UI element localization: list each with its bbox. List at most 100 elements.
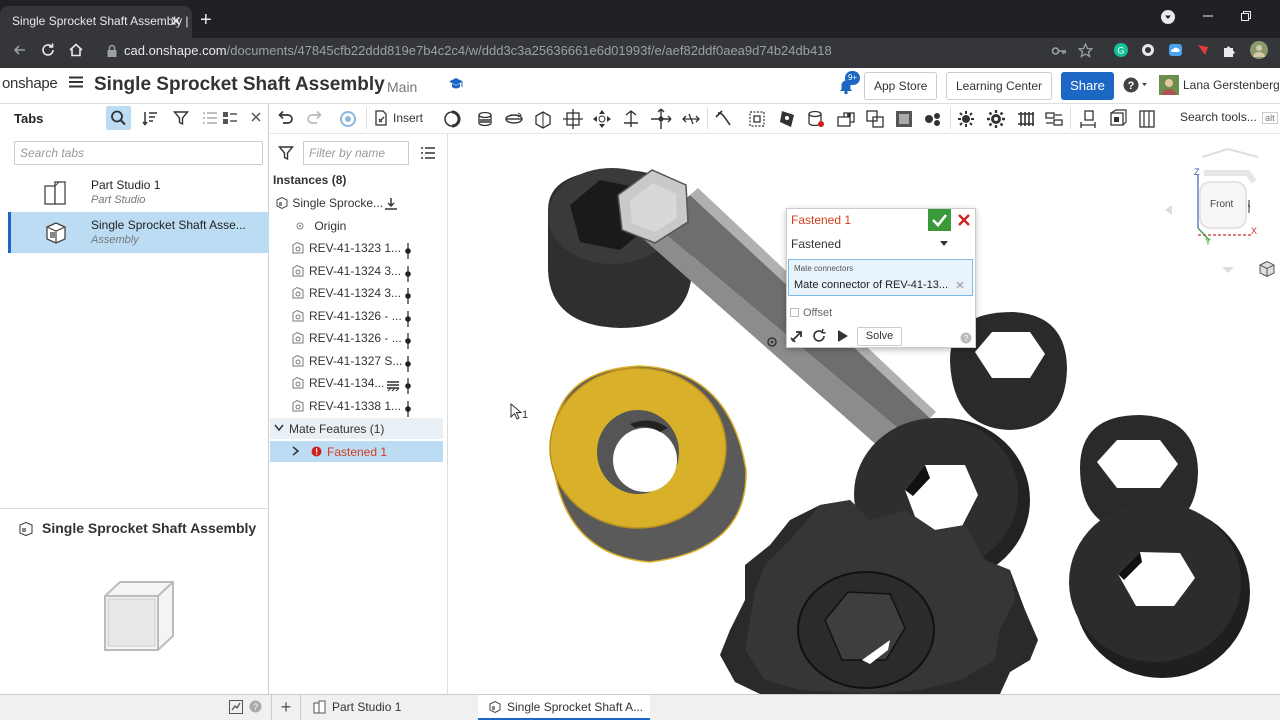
document-title[interactable]: Single Sprocket Shaft Assembly [94,74,385,96]
gear-relation-icon[interactable] [776,108,798,130]
minimize-icon[interactable] [1202,10,1214,22]
filter-icon[interactable] [173,110,189,126]
tab-list-item-assembly[interactable]: Single Sprocket Shaft Asse... Assembly [8,212,269,253]
mate-connector-indicator-icon[interactable] [403,266,413,282]
tab-list-item-part-studio[interactable]: Part Studio 1 Part Studio [8,172,269,213]
new-tab-button[interactable]: + [200,9,212,32]
mate-feature-fastened-row[interactable]: Fastened 1 [270,441,443,462]
sort-icon[interactable] [142,110,158,126]
mate-connector-indicator-icon[interactable] [403,243,413,259]
user-avatar[interactable] [1159,75,1179,95]
dialog-cancel-button[interactable] [955,209,973,231]
bottom-tab-assembly[interactable]: Single Sprocket Shaft A... [478,695,650,720]
view-options-cube-icon[interactable] [1258,260,1276,278]
play-animation-icon[interactable] [836,329,850,343]
instance-row[interactable]: REV-41-1327 S... [291,354,402,374]
measure-icon[interactable] [1077,108,1099,130]
dialog-help-icon[interactable]: ? [960,332,972,344]
parallel-mate-icon[interactable] [680,108,702,130]
linear-relation-icon[interactable] [864,108,886,130]
origin-row[interactable]: Origin [295,219,346,239]
fastened-mate-icon[interactable] [474,108,496,130]
key-icon[interactable] [1051,44,1067,58]
grid-view-icon[interactable] [222,110,238,126]
profile-avatar-icon[interactable] [1250,41,1268,59]
mate-group-icon[interactable] [922,108,944,130]
home-icon[interactable] [68,42,84,58]
onshape-logo[interactable]: onshape [2,75,58,92]
address-bar[interactable]: cad.onshape.com/documents/47845cfb22ddd8… [124,43,832,58]
mate-connector-indicator-icon[interactable] [403,378,413,394]
version-graph-icon[interactable] [228,699,244,715]
planar-mate-icon[interactable] [562,108,584,130]
pattern-icon[interactable] [985,108,1007,130]
tangent-mate-icon[interactable] [713,108,735,130]
bottom-help-icon[interactable]: ? [249,700,262,713]
mate-connector-indicator-icon[interactable] [403,333,413,349]
rack-pinion-icon[interactable] [805,108,827,130]
mate-type-select[interactable]: Fastened [788,233,956,253]
mass-properties-icon[interactable] [1136,108,1158,130]
reorient-icon[interactable] [811,328,827,344]
offset-checkbox[interactable] [790,308,799,317]
search-tabs-input[interactable]: Search tabs [14,141,263,165]
extensions-puzzle-icon[interactable] [1222,43,1237,58]
screw-relation-icon[interactable] [835,108,857,130]
list-options-icon[interactable] [420,145,436,161]
section-view-icon[interactable] [1106,108,1128,130]
insert-button[interactable]: Insert [393,111,423,125]
app-store-button[interactable]: App Store [864,72,938,100]
instance-row[interactable]: REV-41-134... [291,376,384,396]
mate-connector-indicator-icon[interactable] [403,356,413,372]
mate-connector-icon[interactable] [441,108,463,130]
filter-by-name-input[interactable]: Filter by name [303,141,409,165]
group-icon[interactable] [893,108,915,130]
width-mate-icon[interactable] [746,108,768,130]
mate-connector-indicator-icon[interactable] [403,401,413,417]
extension-circle-icon[interactable] [1141,43,1155,57]
red-extension-icon[interactable] [1196,43,1210,57]
add-tab-button[interactable]: + [276,695,296,720]
regenerate-icon[interactable] [337,108,359,130]
view-cube-face-front[interactable]: Front [1210,199,1233,210]
instance-root-row[interactable]: Single Sprocke... [275,196,383,216]
dialog-confirm-button[interactable] [928,209,951,231]
cylindrical-mate-icon[interactable] [591,108,613,130]
instance-row[interactable]: REV-41-1324 3... [291,264,401,284]
replicate-icon[interactable] [955,108,977,130]
fixed-ground-icon[interactable] [386,378,400,392]
ball-mate-icon[interactable] [650,108,672,130]
hex-washer-part-bottom-right[interactable] [1069,502,1250,678]
help-icon[interactable]: ? [1123,77,1149,93]
profile-dropdown-icon[interactable] [1161,10,1175,24]
search-tabs-toggle[interactable] [106,106,131,130]
mate-connector-indicator-icon[interactable] [403,288,413,304]
filter-icon[interactable] [278,145,294,161]
mate-connector-indicator-icon[interactable] [403,311,413,327]
browser-tab[interactable]: Single Sprocket Shaft Assembly | [0,6,192,38]
undo-icon[interactable] [274,108,296,130]
mate-connector-value[interactable]: Mate connector of REV-41-13... [794,279,948,291]
instance-row[interactable]: REV-41-1326 - ... [291,309,402,329]
pin-slot-mate-icon[interactable] [620,108,642,130]
instance-row[interactable]: REV-41-1323 1... [291,241,401,261]
bookmark-star-icon[interactable] [1078,43,1093,58]
grammarly-extension-icon[interactable]: G [1114,43,1128,57]
insert-instance-icon[interactable] [384,197,398,211]
instance-row[interactable]: REV-41-1326 - ... [291,331,402,351]
branch-label[interactable]: Main [387,79,417,95]
document-menu-icon[interactable] [68,74,84,90]
learning-center-button[interactable]: Learning Center [946,72,1053,100]
spacer-part-highlighted[interactable] [549,365,747,563]
browser-tab-close-icon[interactable]: ✕ [170,13,182,30]
revolute-mate-icon[interactable] [503,108,525,130]
instance-row[interactable]: REV-41-1324 3... [291,286,401,306]
solve-button[interactable]: Solve [857,327,902,346]
mate-features-header[interactable]: Mate Features (1) [270,418,443,439]
explode-icon[interactable] [1043,108,1065,130]
list-view-icon[interactable] [202,110,218,126]
share-button[interactable]: Share [1061,72,1114,100]
learning-cap-icon[interactable] [448,77,464,91]
cloud-extension-icon[interactable] [1168,43,1183,57]
redo-icon[interactable] [304,108,326,130]
